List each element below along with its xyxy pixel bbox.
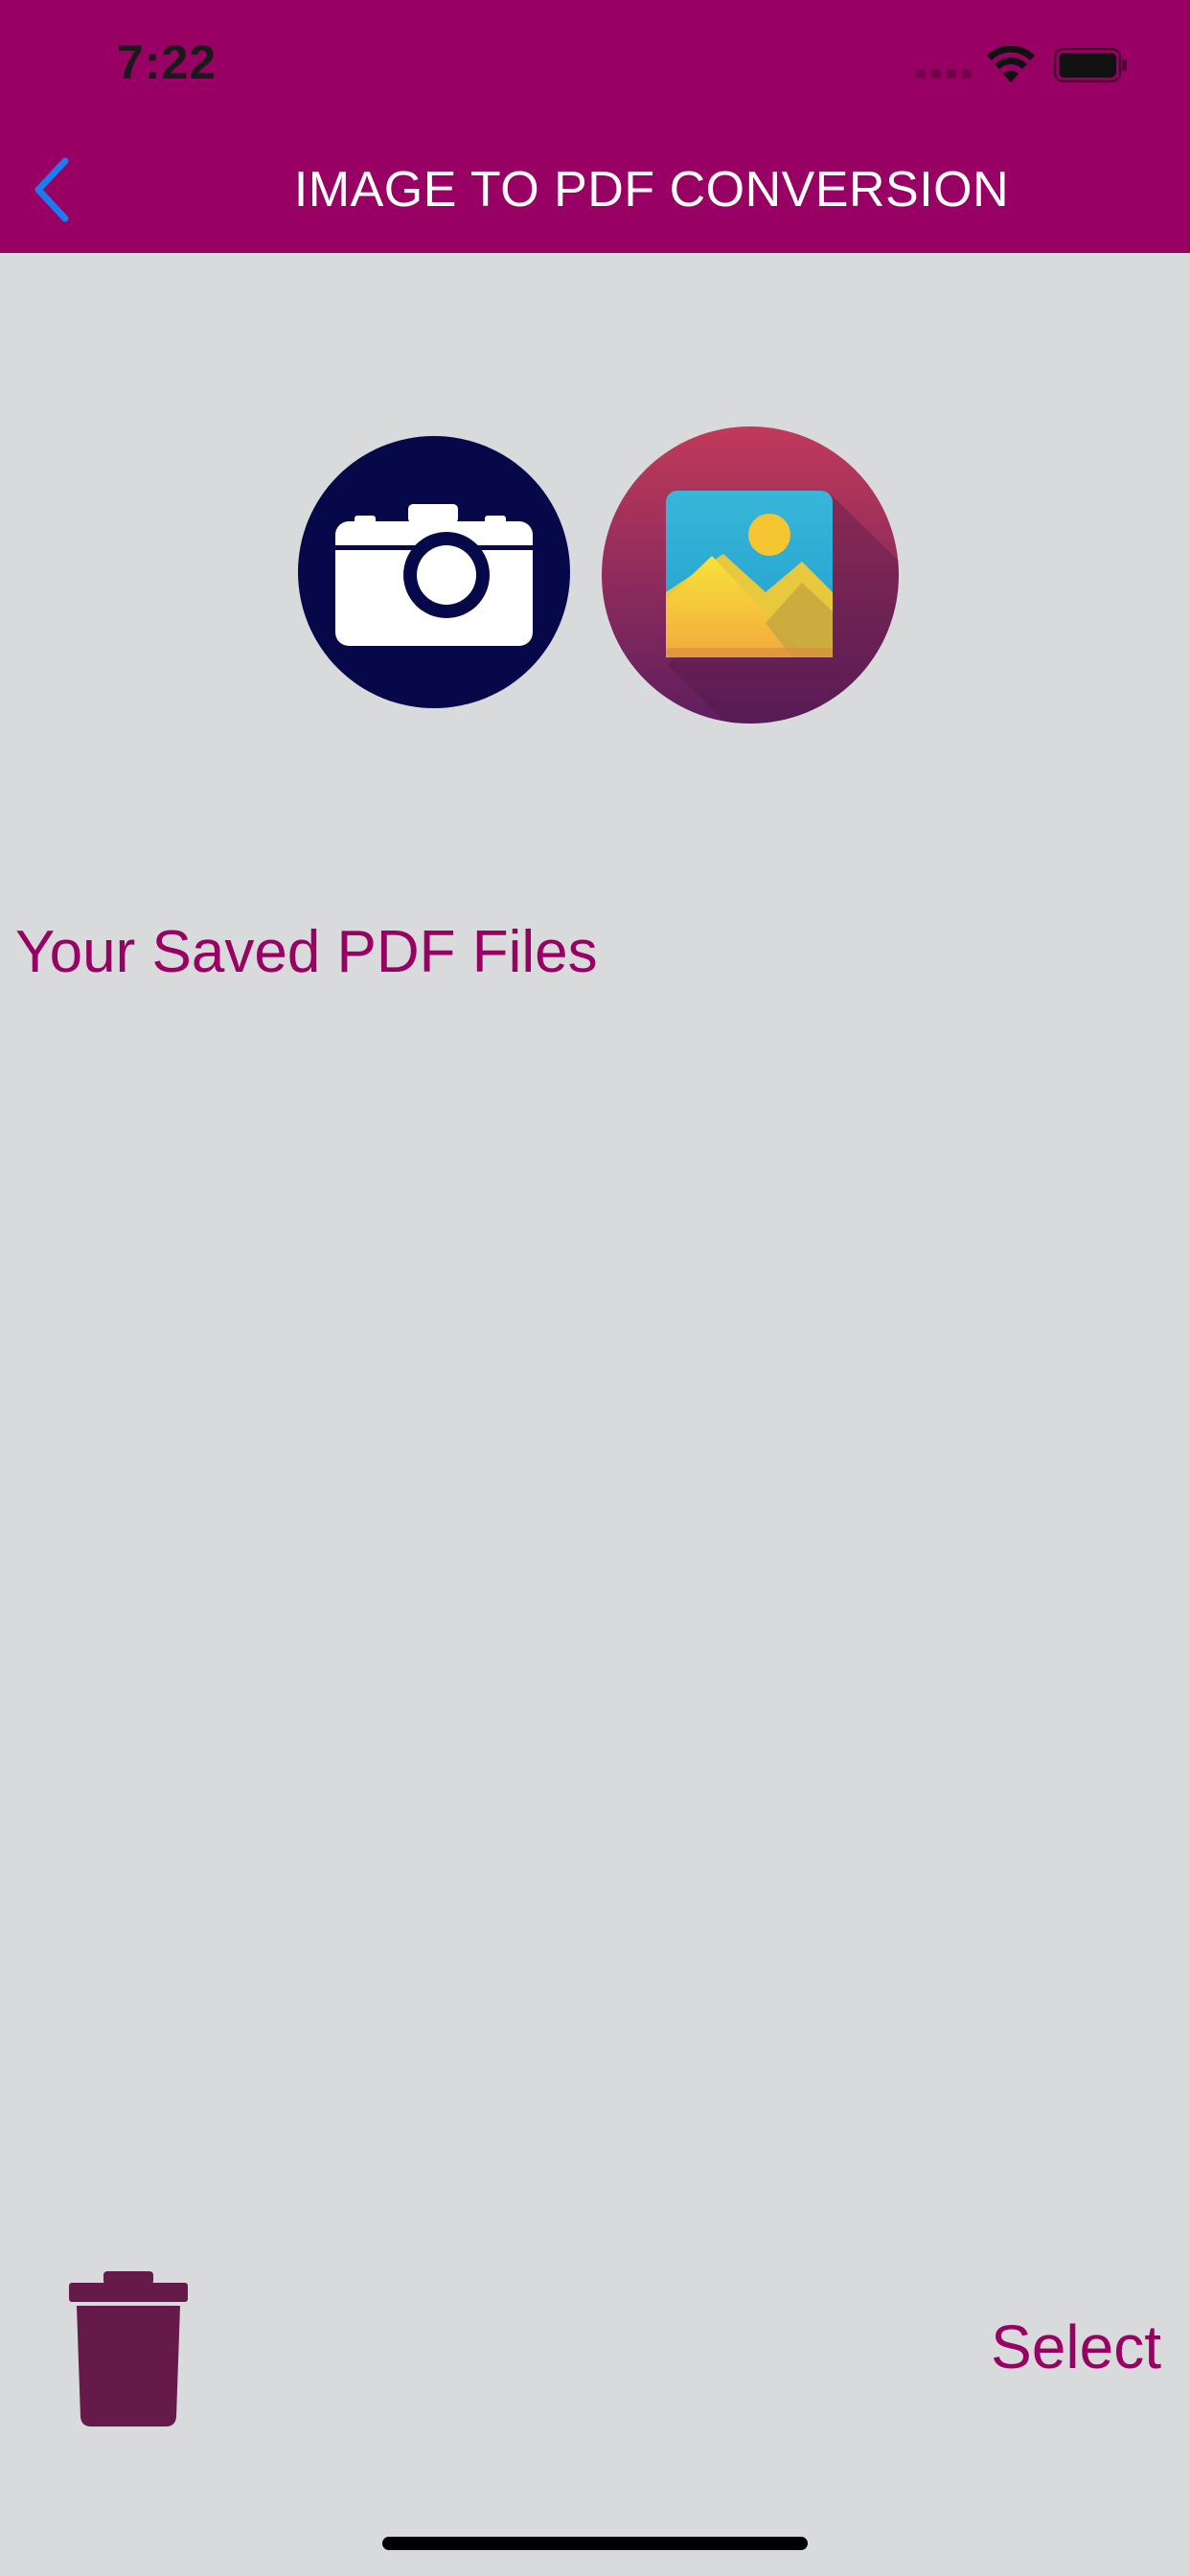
camera-icon [298, 436, 570, 708]
page-title: IMAGE TO PDF CONVERSION [293, 162, 1010, 218]
battery-icon [1054, 48, 1127, 82]
photo-gallery-icon [602, 426, 899, 724]
back-button[interactable] [25, 153, 82, 226]
navigation-header: 7:22 IMAGE TO PDF CONVERSION [0, 0, 1190, 253]
saved-files-list[interactable] [0, 1016, 1190, 2204]
saved-files-heading: Your Saved PDF Files [15, 919, 598, 985]
gallery-button[interactable] [601, 426, 900, 724]
chevron-left-icon [34, 157, 69, 222]
select-button[interactable]: Select [991, 2312, 1161, 2382]
trash-icon [69, 2271, 188, 2426]
status-time: 7:22 [117, 35, 217, 89]
cellular-signal-icon [916, 69, 972, 79]
wifi-icon [987, 46, 1035, 82]
delete-button[interactable] [67, 2269, 190, 2428]
camera-button[interactable] [297, 435, 571, 709]
home-indicator[interactable] [382, 2537, 808, 2550]
